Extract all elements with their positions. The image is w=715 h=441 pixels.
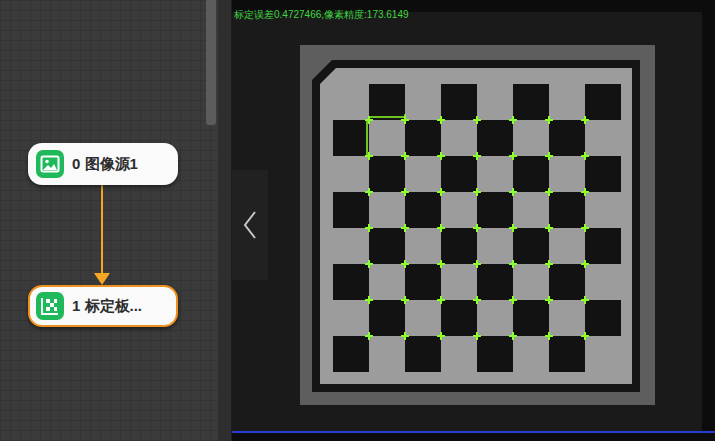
corner-mark [581,224,589,232]
corner-mark [545,332,553,340]
calibration-board-icon [40,296,60,316]
image-viewer: 标定误差0.4727466,像素精度:173.6149 [232,0,715,441]
node-icon-box [36,150,64,178]
corner-mark [401,188,409,196]
corner-mark [509,296,517,304]
corner-mark [365,188,373,196]
corner-mark [581,116,589,124]
corner-mark [581,152,589,160]
corner-mark [437,152,445,160]
scrollbar-thumb[interactable] [206,0,216,125]
corner-mark [365,152,373,160]
node-label: 0 图像源1 [72,153,138,176]
corner-mark [509,332,517,340]
corner-mark [401,224,409,232]
corner-mark [401,296,409,304]
image-icon [40,155,60,173]
flow-node[interactable]: 0 图像源1 [28,143,178,185]
corner-mark [545,296,553,304]
corner-mark [365,296,373,304]
app: 0 图像源1 1 标定板... 标定误差0.4727466,像素精度:173.614… [0,0,715,441]
calibration-image [232,0,715,441]
corner-mark [509,152,517,160]
corner-mark [545,224,553,232]
corner-mark [473,224,481,232]
calibration-status: 标定误差0.4727466,像素精度:173.6149 [234,9,409,21]
corner-mark [365,224,373,232]
corner-mark [365,332,373,340]
corner-mark [473,116,481,124]
corner-mark [437,296,445,304]
corner-mark [581,296,589,304]
corner-mark [545,188,553,196]
corner-mark [401,332,409,340]
corner-mark [581,332,589,340]
corner-mark [473,296,481,304]
splitter[interactable] [218,0,232,441]
corner-mark [581,260,589,268]
corner-mark [401,152,409,160]
corner-mark [509,224,517,232]
corner-mark [545,116,553,124]
flow-node[interactable]: 1 标定板... [28,285,178,327]
link-arrow [94,185,110,285]
node-icon-box [36,292,64,320]
corner-mark [545,152,553,160]
corner-mark [509,188,517,196]
flow-canvas[interactable]: 0 图像源1 1 标定板... [0,0,218,441]
corner-mark [581,188,589,196]
chevron-left-icon [242,210,258,240]
corner-mark [437,260,445,268]
origin-axes [367,114,405,156]
corner-mark [365,260,373,268]
corner-mark [473,332,481,340]
prev-button[interactable] [232,170,268,280]
corner-mark [473,260,481,268]
links-layer [0,0,218,441]
corner-mark [437,332,445,340]
corner-mark [437,224,445,232]
corner-mark [437,116,445,124]
node-label: 1 标定板... [72,295,142,318]
corner-mark [473,152,481,160]
corner-mark [437,188,445,196]
corner-mark [401,260,409,268]
corner-mark [545,260,553,268]
corner-mark [509,260,517,268]
corner-mark [509,116,517,124]
corner-mark [473,188,481,196]
